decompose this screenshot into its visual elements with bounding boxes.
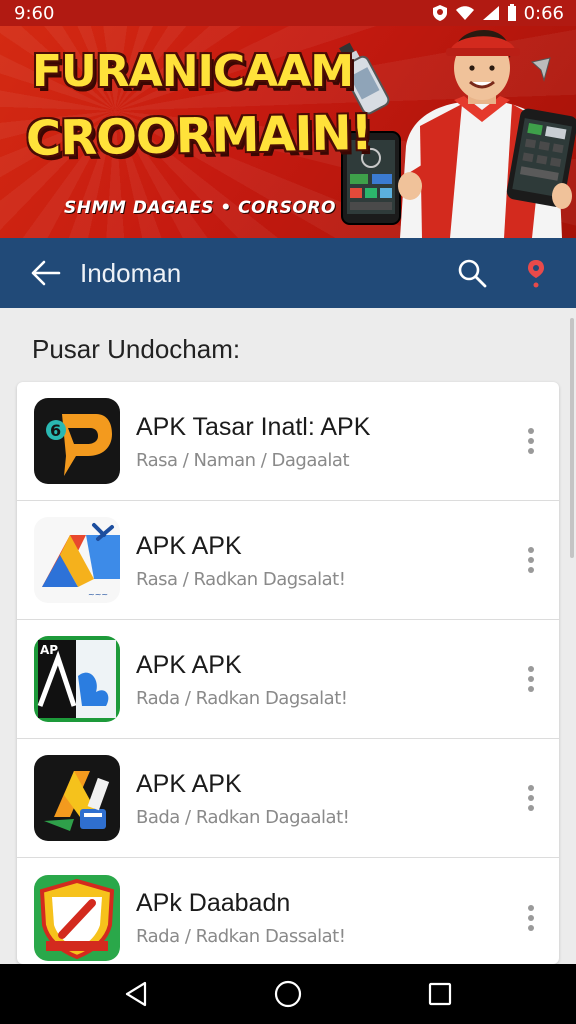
more-button[interactable]	[511, 768, 551, 828]
list-item[interactable]: APK APK Bada / Radkan Dagaalat!	[17, 739, 559, 858]
app-name: APK APK	[136, 531, 242, 560]
app-bar: Indoman	[0, 238, 576, 308]
banner-title-line1: FURANICAAM	[32, 46, 354, 97]
back-button[interactable]	[26, 253, 66, 293]
list-item[interactable]: ~~~ APK APK Rasa / Radkan Dagsalat!	[17, 501, 559, 620]
circle-home-icon	[274, 980, 302, 1008]
section-title: Pusar Undocham:	[32, 334, 241, 364]
list-item-text: APK APK Rasa / Radkan Dagsalat!	[136, 531, 511, 590]
scrollbar[interactable]	[570, 318, 574, 558]
map-pin-icon	[528, 260, 544, 288]
list-item-text: APK Tasar Inatl: APK Rasa / Naman / Daga…	[136, 412, 511, 471]
more-button[interactable]	[511, 888, 551, 948]
app-icon	[34, 874, 120, 961]
app-icon: AP	[34, 636, 120, 722]
more-button[interactable]	[511, 649, 551, 709]
nav-back-button[interactable]	[111, 969, 161, 1019]
mascot-illustration	[398, 30, 576, 238]
app-list: 6 APK Tasar Inatl: APK Rasa / Naman / Da…	[17, 382, 559, 964]
app-icon: ~~~	[34, 517, 120, 603]
square-recent-icon	[428, 982, 452, 1006]
more-vertical-icon	[528, 428, 534, 454]
banner-title-line2: CROORMAIN!	[25, 104, 373, 168]
more-button[interactable]	[511, 411, 551, 471]
nav-recent-button[interactable]	[415, 969, 465, 1019]
list-item-text: APk Daabadn Rada / Radkan Dassalat!	[136, 888, 511, 947]
list-item-text: APK APK Rada / Radkan Dagsalat!	[136, 650, 511, 709]
status-icons: 0:66	[432, 3, 564, 24]
arrow-left-icon	[31, 260, 61, 286]
more-vertical-icon	[528, 904, 534, 931]
app-subtitle: Rada / Radkan Dagsalat!	[136, 687, 348, 709]
app-bar-title: Indoman	[80, 257, 182, 288]
svg-text:~~~: ~~~	[88, 590, 108, 599]
location-button[interactable]	[514, 251, 558, 295]
wifi-icon	[455, 6, 474, 20]
svg-text:6: 6	[50, 421, 61, 440]
status-bar: 9:60 0:66	[0, 0, 576, 26]
app-name: APk Daabadn	[136, 889, 291, 917]
battery-icon	[507, 4, 516, 21]
search-icon	[458, 259, 487, 288]
more-vertical-icon	[528, 785, 534, 811]
more-vertical-icon	[528, 666, 534, 692]
app-icon: 6	[34, 398, 120, 484]
promo-banner[interactable]: FURANICAAM CROORMAIN! SHMM DAGAES • CORS…	[0, 26, 576, 238]
list-item-text: APK APK Bada / Radkan Dagaalat!	[136, 769, 511, 828]
list-item[interactable]: APk Daabadn Rada / Radkan Dassalat!	[17, 858, 559, 964]
banner-subtitle: SHMM DAGAES • CORSORO	[64, 198, 336, 218]
app-name: APK APK	[136, 769, 242, 798]
app-subtitle: Rasa / Radkan Dagsalat!	[136, 568, 346, 590]
app-name: APK Tasar Inatl: APK	[136, 412, 371, 441]
app-subtitle: Bada / Radkan Dagaalat!	[136, 806, 350, 828]
nav-home-button[interactable]	[263, 969, 313, 1019]
app-subtitle: Rada / Radkan Dassalat!	[136, 926, 346, 947]
list-item[interactable]: AP APK APK Rada / Radkan Dagsalat!	[17, 620, 559, 739]
app-subtitle: Rasa / Naman / Dagaalat	[136, 449, 350, 471]
svg-text:AP: AP	[40, 643, 58, 657]
triangle-back-icon	[125, 981, 147, 1007]
app-name: APK APK	[136, 650, 242, 679]
status-time: 9:60	[14, 2, 55, 24]
more-vertical-icon	[528, 547, 534, 573]
system-nav-bar	[0, 964, 576, 1024]
signal-icon	[482, 6, 499, 20]
list-item[interactable]: 6 APK Tasar Inatl: APK Rasa / Naman / Da…	[17, 382, 559, 501]
search-button[interactable]	[450, 251, 494, 295]
status-battery-time: 0:66	[523, 2, 564, 24]
app-icon	[34, 755, 120, 841]
shield-icon	[432, 5, 447, 21]
more-button[interactable]	[511, 530, 551, 590]
